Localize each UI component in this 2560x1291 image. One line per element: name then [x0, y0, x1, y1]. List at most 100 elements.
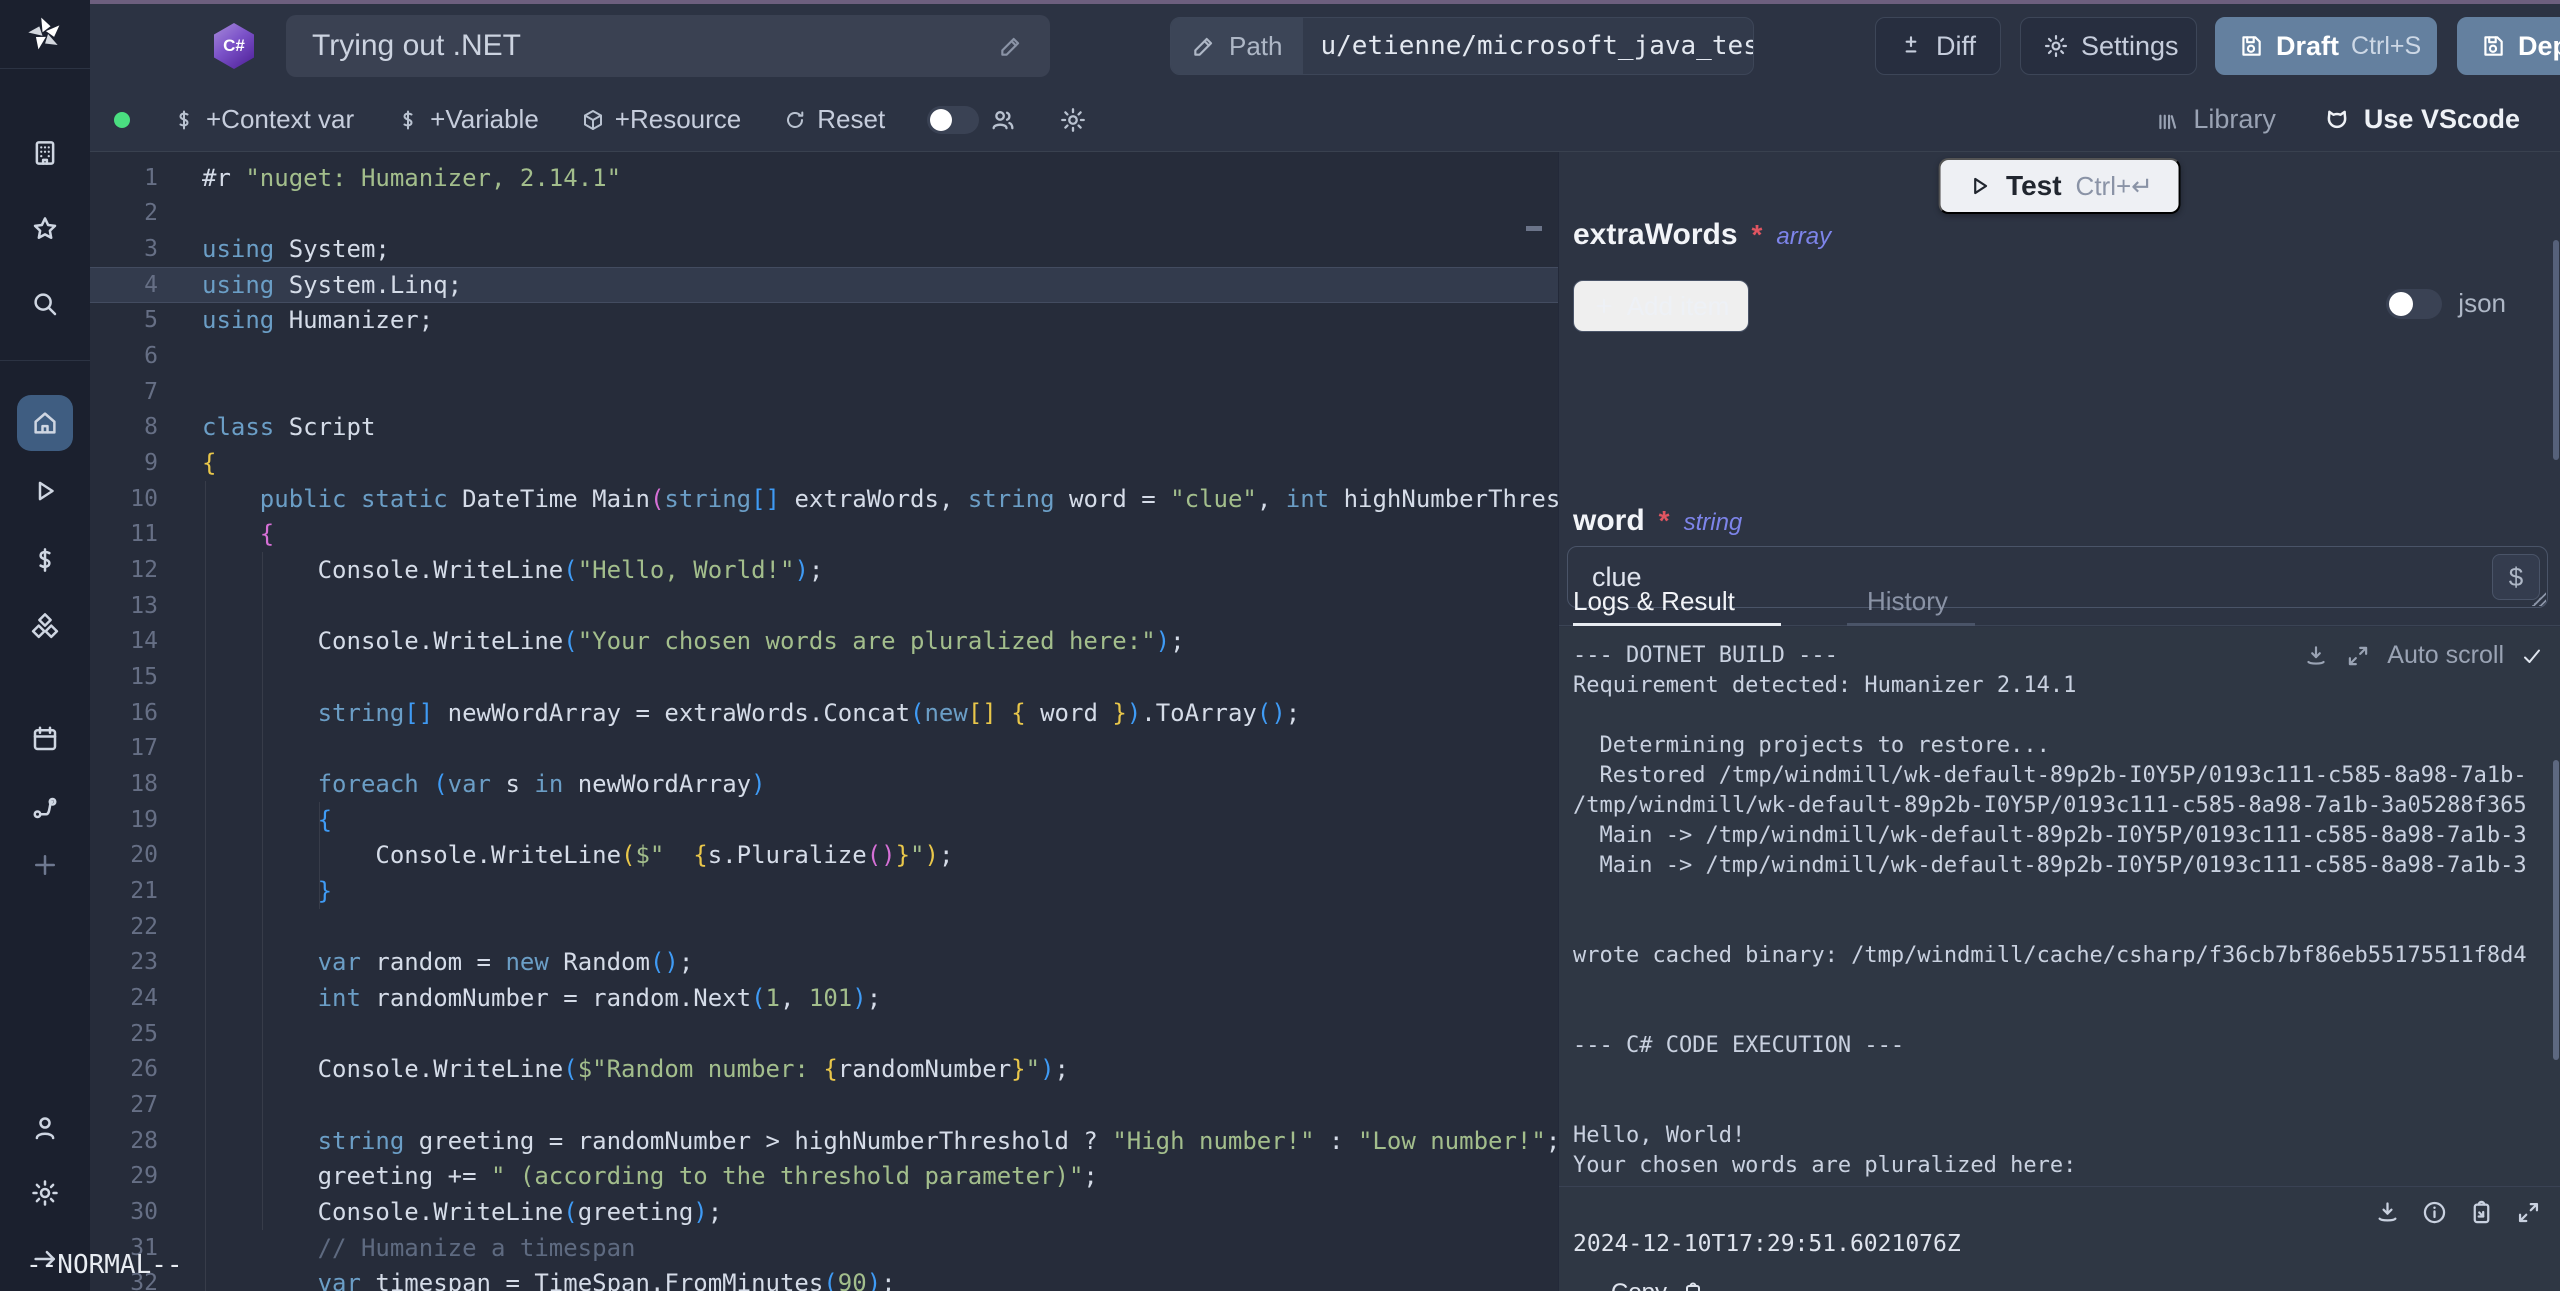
sidebar-item-resources[interactable] — [30, 612, 60, 642]
reset-button[interactable]: Reset — [783, 104, 885, 135]
sidebar-item-flows[interactable] — [30, 793, 60, 823]
draft-button[interactable]: Draft Ctrl+S — [2215, 17, 2437, 75]
package-icon — [581, 108, 605, 132]
logs-scrollbar[interactable] — [2553, 760, 2559, 1060]
reset-icon — [783, 108, 807, 132]
sidebar-item-user[interactable] — [30, 1113, 60, 1143]
dollar-icon — [396, 108, 420, 132]
sidebar-item-workspace[interactable] — [30, 138, 60, 168]
line-number: 22 — [90, 914, 158, 940]
use-vscode-button[interactable]: Use VScode — [2322, 104, 2520, 135]
deploy-button[interactable]: Deploy — [2457, 17, 2560, 75]
settings-button[interactable]: Settings — [2020, 17, 2197, 75]
edit-path-icon[interactable] — [1191, 33, 1217, 59]
code-line-7: 7 — [90, 374, 1558, 410]
code-line-21: 21 } — [90, 873, 1558, 909]
path-value: u/etienne/microsoft_java_test — [1303, 18, 1755, 74]
panel-scrollbar[interactable] — [2553, 240, 2559, 460]
inactive-tab-underline — [1847, 623, 1975, 626]
sidebar-item-runs[interactable] — [30, 476, 60, 506]
sidebar-item-favorites[interactable] — [30, 214, 60, 244]
json-toggle-row: json — [2386, 288, 2506, 319]
code-line-19: 19 { — [90, 802, 1558, 838]
line-number: 30 — [90, 1199, 158, 1225]
log-line: --- C# CODE EXECUTION --- — [1559, 1033, 2560, 1063]
tab-history[interactable]: History — [1867, 586, 1948, 626]
vim-mode-indicator: --NORMAL-- — [26, 1250, 183, 1280]
code-line-16: 16 string[] newWordArray = extraWords.Co… — [90, 695, 1558, 731]
edit-title-icon[interactable] — [998, 33, 1024, 59]
windmill-script-editor: C# Trying out .NET Path u/etienne/micros… — [0, 0, 2560, 1291]
log-line — [1559, 1093, 2560, 1123]
line-number: 2 — [90, 200, 158, 226]
code-line-4: 4using System.Linq; — [90, 267, 1558, 303]
code-line-9: 9{ — [90, 445, 1558, 481]
line-number: 29 — [90, 1163, 158, 1189]
path-field[interactable]: Path u/etienne/microsoft_java_test — [1170, 17, 1754, 75]
tab-logs-result[interactable]: Logs & Result — [1573, 586, 1735, 626]
code-line-13: 13 — [90, 588, 1558, 624]
windmill-logo[interactable] — [22, 11, 68, 57]
line-number: 24 — [90, 985, 158, 1011]
library-button[interactable]: Library — [2155, 104, 2276, 135]
code-line-28: 28 string greeting = randomNumber > high… — [90, 1123, 1558, 1159]
add-resource-button[interactable]: +Resource — [581, 104, 741, 135]
line-number: 15 — [90, 664, 158, 690]
field-label-extrawords: extraWords* array — [1573, 218, 1831, 252]
status-dot — [114, 112, 130, 128]
code-line-18: 18 foreach (var s in newWordArray) — [90, 766, 1558, 802]
code-line-30: 30 Console.WriteLine(greeting); — [90, 1194, 1558, 1230]
copy-result-button[interactable]: Copy — [1611, 1279, 1705, 1291]
download-logs-icon[interactable] — [2303, 643, 2329, 669]
code-line-14: 14 Console.WriteLine("Your chosen words … — [90, 624, 1558, 660]
multiplayer-toggle[interactable] — [927, 106, 1017, 134]
add-variable-button[interactable]: +Variable — [396, 104, 539, 135]
sidebar-item-search[interactable] — [30, 289, 60, 319]
editor-toolbar: +Context var +Variable +Resource Reset L… — [90, 88, 2560, 152]
line-number: 21 — [90, 878, 158, 904]
code-editor[interactable]: 1#r "nuget: Humanizer, 2.14.1"23using Sy… — [90, 152, 1558, 1291]
info-icon[interactable] — [2421, 1199, 2448, 1226]
diff-button[interactable]: Diff — [1875, 17, 2001, 75]
editor-scrollbar[interactable] — [1526, 226, 1542, 231]
code-line-6: 6 — [90, 338, 1558, 374]
script-title-input[interactable]: Trying out .NET — [286, 15, 1050, 77]
line-number: 5 — [90, 307, 158, 333]
line-number: 8 — [90, 414, 158, 440]
test-button[interactable]: Test Ctrl+↵ — [1938, 158, 2181, 214]
code-line-31: 31 // Humanize a timespan — [90, 1230, 1558, 1266]
sidebar-item-home[interactable] — [30, 408, 60, 438]
clipboard-icon[interactable] — [2468, 1199, 2495, 1226]
line-number: 28 — [90, 1128, 158, 1154]
log-line: Requirement detected: Humanizer 2.14.1 — [1559, 673, 2560, 703]
code-line-25: 25 — [90, 1016, 1558, 1052]
sidebar-item-create[interactable] — [30, 850, 60, 880]
log-line: Main -> /tmp/windmill/wk-default-89p2b-I… — [1559, 853, 2560, 883]
editor-settings-button[interactable] — [1059, 106, 1087, 134]
code-line-26: 26 Console.WriteLine($"Random number: {r… — [90, 1051, 1558, 1087]
json-toggle[interactable] — [2386, 289, 2442, 319]
log-line — [1559, 1063, 2560, 1093]
download-icon[interactable] — [2374, 1199, 2401, 1226]
line-number: 19 — [90, 807, 158, 833]
result-timestamp: 2024-12-10T17:29:51.6021076Z — [1573, 1231, 1961, 1257]
autoscroll-label[interactable]: Auto scroll — [2387, 641, 2504, 670]
line-number: 20 — [90, 842, 158, 868]
sidebar-item-schedules[interactable] — [30, 724, 60, 754]
add-context-var-button[interactable]: +Context var — [172, 104, 354, 135]
line-number: 13 — [90, 593, 158, 619]
code-line-23: 23 var random = new Random(); — [90, 944, 1558, 980]
add-item-button[interactable]: Add item — [1573, 280, 1749, 332]
sidebar-item-settings[interactable] — [30, 1178, 60, 1208]
play-icon — [1966, 173, 1992, 199]
code-line-12: 12 Console.WriteLine("Hello, World!"); — [90, 552, 1558, 588]
expand-icon[interactable] — [2515, 1199, 2542, 1226]
log-line: Hello, World! — [1559, 1123, 2560, 1153]
header: C# Trying out .NET Path u/etienne/micros… — [90, 4, 2560, 88]
log-line — [1559, 1003, 2560, 1033]
log-line — [1559, 973, 2560, 1003]
expand-logs-icon[interactable] — [2345, 643, 2371, 669]
sidebar-item-variables[interactable] — [30, 545, 60, 575]
log-line: /tmp/windmill/wk-default-89p2b-I0Y5P/019… — [1559, 793, 2560, 823]
sidebar — [0, 0, 90, 1291]
